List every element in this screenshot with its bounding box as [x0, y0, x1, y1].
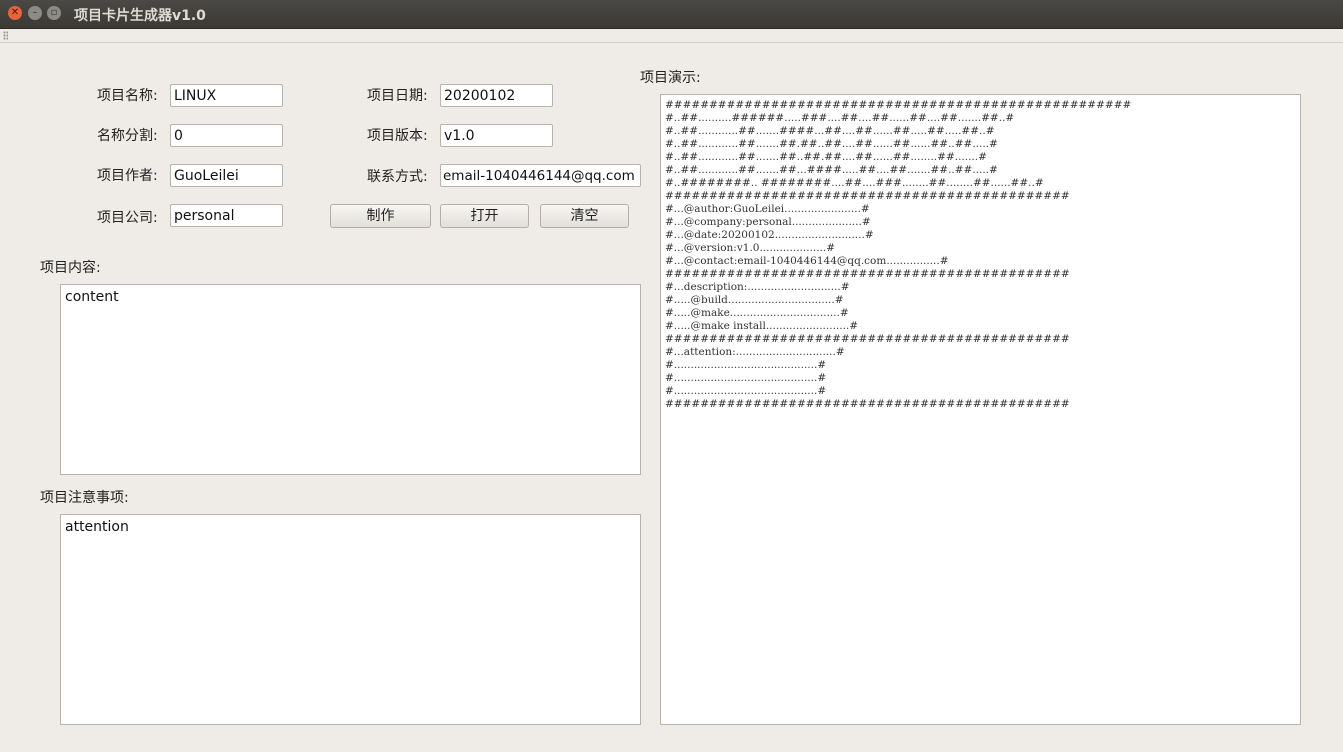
attention-textarea[interactable]: attention — [60, 514, 641, 725]
project-date-label: 项目日期: — [367, 88, 428, 104]
project-name-input[interactable]: LINUX — [170, 84, 283, 107]
open-button[interactable]: 打开 — [440, 204, 529, 228]
make-button[interactable]: 制作 — [330, 204, 431, 228]
minimize-icon[interactable]: – — [28, 6, 42, 20]
name-split-input[interactable]: 0 — [170, 124, 283, 147]
content-label: 项目内容: — [40, 260, 101, 276]
project-author-label: 项目作者: — [97, 168, 158, 184]
toolbar-strip — [0, 29, 1343, 43]
content-textarea[interactable]: content — [60, 284, 641, 475]
project-name-label: 项目名称: — [97, 88, 158, 104]
contact-label: 联系方式: — [367, 169, 428, 185]
attention-label: 项目注意事项: — [40, 490, 129, 506]
contact-input[interactable]: email-1040446144@qq.com — [440, 164, 641, 187]
toolbar-grip-icon[interactable] — [3, 31, 8, 40]
project-date-input[interactable]: 20200102 — [440, 84, 553, 107]
project-company-input[interactable]: personal — [170, 204, 283, 227]
project-company-label: 项目公司: — [97, 210, 158, 226]
project-version-label: 项目版本: — [367, 128, 428, 144]
window-title: 项目卡片生成器v1.0 — [74, 8, 206, 24]
maximize-icon[interactable]: ▫ — [47, 6, 61, 20]
preview-textarea[interactable]: ########################################… — [660, 94, 1301, 725]
close-icon[interactable]: ✕ — [8, 6, 22, 20]
clear-button[interactable]: 清空 — [540, 204, 629, 228]
preview-label: 项目演示: — [640, 70, 701, 86]
project-author-input[interactable]: GuoLeilei — [170, 164, 283, 187]
title-bar: ✕ – ▫ 项目卡片生成器v1.0 — [0, 0, 1343, 29]
name-split-label: 名称分割: — [97, 128, 158, 144]
project-version-input[interactable]: v1.0 — [440, 124, 553, 147]
